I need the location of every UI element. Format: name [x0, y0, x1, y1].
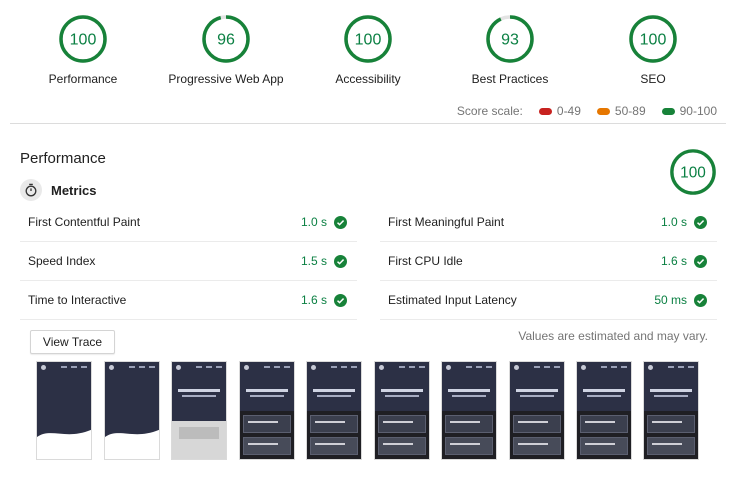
gauge-score: 100: [640, 32, 667, 49]
metric-first-contentful-paint: First Contentful Paint 1.0 s: [20, 203, 357, 242]
gauge-seo[interactable]: 100 SEO: [583, 14, 723, 86]
performance-section-title: Performance: [20, 150, 106, 167]
check-circle-icon: [694, 293, 707, 307]
legend-range: 0-49: [556, 104, 581, 118]
gauge-performance[interactable]: 100 Performance: [13, 14, 153, 86]
category-gauges: 100 Performance 96 Progressive Web App 1…: [0, 0, 737, 95]
score-scale-legend: Score scale: 0-49 50-89 90-100: [457, 104, 717, 118]
legend-range: 50-89: [614, 104, 646, 118]
gauge-ring: 100: [629, 15, 677, 63]
legend-fail: 0-49: [538, 104, 581, 118]
metric-value: 1.0 s: [300, 215, 327, 229]
filmstrip-frame: [104, 361, 160, 460]
metric-first-cpu-idle: First CPU Idle 1.6 s: [380, 242, 717, 281]
gauge-ring: 100: [344, 15, 392, 63]
gauge-best-practices[interactable]: 93 Best Practices: [440, 14, 580, 86]
gauge-score: 100: [70, 32, 97, 49]
metric-first-meaningful-paint: First Meaningful Paint 1.0 s: [380, 203, 717, 242]
metric-speed-index: Speed Index 1.5 s: [20, 242, 357, 281]
legend-average: 50-89: [596, 104, 646, 118]
gauge-ring: 96: [202, 15, 250, 63]
gauge-score: 100: [355, 32, 382, 49]
metric-value: 1.0 s: [660, 215, 687, 229]
metric-value: 50 ms: [654, 293, 687, 307]
metric-value: 1.6 s: [660, 254, 687, 268]
gauge-label: Performance: [48, 72, 118, 86]
check-circle-icon: [334, 215, 347, 229]
filmstrip-frame: [643, 361, 699, 460]
section-divider: [10, 123, 726, 124]
filmstrip-frame: [509, 361, 565, 460]
metric-time-to-interactive: Time to Interactive 1.6 s: [20, 281, 357, 320]
gauge-ring: 100: [670, 149, 716, 195]
gauge-label: Progressive Web App: [168, 72, 284, 86]
check-circle-icon: [694, 215, 707, 229]
metric-estimated-input-latency: Estimated Input Latency 50 ms: [380, 281, 717, 320]
gauge-label: SEO: [640, 72, 666, 86]
metric-label: Speed Index: [28, 254, 96, 268]
gauge-accessibility[interactable]: 100 Accessibility: [298, 14, 438, 86]
metrics-title: Metrics: [51, 182, 97, 198]
estimated-note: Values are estimated and may vary.: [518, 329, 708, 343]
metrics-header: Metrics: [20, 179, 97, 201]
gauge-ring: 93: [486, 15, 534, 63]
gauge-score: 96: [217, 32, 235, 49]
gauge-label: Accessibility: [335, 72, 401, 86]
gauge-ring: 100: [59, 15, 107, 63]
filmstrip-frame: [374, 361, 430, 460]
view-trace-button[interactable]: View Trace: [30, 330, 115, 354]
average-swatch-icon: [596, 107, 610, 115]
fail-swatch-icon: [538, 107, 552, 115]
pass-swatch-icon: [661, 107, 675, 115]
check-circle-icon: [334, 254, 347, 268]
metric-value: 1.6 s: [300, 293, 327, 307]
timer-icon: [20, 179, 42, 201]
filmstrip-frame: [306, 361, 362, 460]
filmstrip-frame: [441, 361, 497, 460]
check-circle-icon: [334, 293, 347, 307]
metric-label: Estimated Input Latency: [388, 293, 517, 307]
gauge-score: 100: [680, 164, 706, 181]
metric-label: First CPU Idle: [388, 254, 463, 268]
filmstrip-frame: [36, 361, 92, 460]
metric-label: First Meaningful Paint: [388, 215, 505, 229]
gauge-label: Best Practices: [471, 72, 549, 86]
gauge-score: 93: [501, 32, 519, 49]
filmstrip-frame: [171, 361, 227, 460]
filmstrip-frame: [576, 361, 632, 460]
score-scale-label: Score scale:: [456, 104, 523, 118]
metric-label: Time to Interactive: [28, 293, 127, 307]
metric-value: 1.5 s: [300, 254, 327, 268]
legend-range: 90-100: [679, 104, 717, 118]
legend-pass: 90-100: [661, 104, 717, 118]
performance-score-gauge: 100: [669, 148, 717, 201]
metric-label: First Contentful Paint: [28, 215, 141, 229]
filmstrip-frame: [239, 361, 295, 460]
gauge-pwa[interactable]: 96 Progressive Web App: [156, 14, 296, 86]
check-circle-icon: [694, 254, 707, 268]
